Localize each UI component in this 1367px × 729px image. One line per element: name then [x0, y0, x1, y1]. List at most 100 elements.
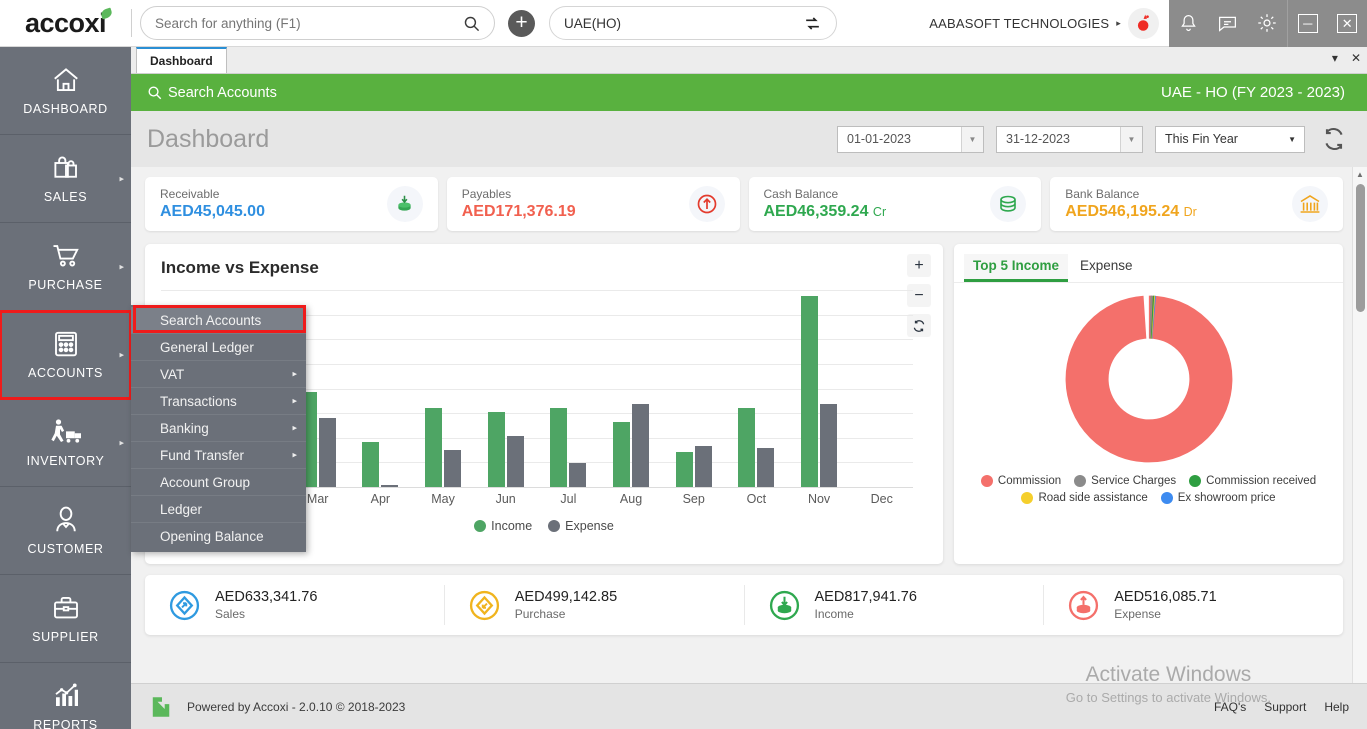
message-icon[interactable] [1217, 13, 1238, 34]
kpi-card-bank-balance[interactable]: Bank Balance AED546,195.24 Dr [1050, 177, 1343, 231]
bar-income-sep[interactable] [676, 452, 693, 487]
bar-expense-mar[interactable] [319, 418, 336, 487]
bar-income-jun[interactable] [488, 412, 505, 487]
donut-legend-item[interactable]: Road side assistance [1021, 492, 1147, 504]
bar-expense-may[interactable] [444, 450, 461, 487]
tab-list-dropdown-icon[interactable]: ▾ [1332, 51, 1338, 65]
bar-expense-sep[interactable] [695, 446, 712, 487]
calculator-icon [51, 329, 81, 359]
chevron-right-icon: ▸ [292, 423, 297, 434]
flyout-item-vat[interactable]: VAT▸ [131, 361, 306, 388]
summary-cell-income[interactable]: AED817,941.76 Income [745, 585, 1045, 625]
add-new-button[interactable]: + [508, 10, 535, 37]
bar-income-nov[interactable] [801, 296, 818, 487]
flyout-item-opening-balance[interactable]: Opening Balance [131, 523, 306, 550]
x-tick-label: May [412, 492, 475, 506]
gear-icon[interactable] [1256, 12, 1278, 34]
chevron-right-icon: ▸ [292, 396, 297, 407]
bar-income-jul[interactable] [550, 408, 567, 487]
sidebar-item-purchase[interactable]: PURCHASE ▸ [0, 223, 131, 311]
donut-legend-item[interactable]: Commission [981, 475, 1061, 487]
reset-icon [912, 319, 926, 333]
refresh-button[interactable] [1317, 126, 1351, 152]
donut-legend-item[interactable]: Service Charges [1074, 475, 1176, 487]
x-tick-label: Nov [788, 492, 851, 506]
flyout-item-banking[interactable]: Banking▸ [131, 415, 306, 442]
sidebar-item-accounts[interactable]: ACCOUNTS ▸ [0, 311, 131, 399]
vertical-scrollbar[interactable]: ▲ ▼ [1352, 167, 1367, 700]
tab-top-5-income[interactable]: Top 5 Income [964, 254, 1068, 282]
legend-item-expense: Expense [548, 519, 614, 533]
donut-legend-item[interactable]: Commission received [1189, 475, 1316, 487]
search-icon [147, 85, 162, 100]
sidebar-item-sales[interactable]: SALES ▸ [0, 135, 131, 223]
close-button[interactable]: ✕ [1337, 14, 1357, 33]
footer-link-faqs[interactable]: FAQ's [1214, 700, 1246, 714]
kpi-value: AED46,359.24 Cr [764, 203, 991, 221]
organization-menu[interactable]: AABASOFT TECHNOLOGIES ▸ [929, 8, 1169, 39]
bar-expense-oct[interactable] [757, 448, 774, 487]
kpi-card-cash-balance[interactable]: Cash Balance AED46,359.24 Cr [749, 177, 1042, 231]
expense-icon [1066, 588, 1101, 623]
kpi-label: Cash Balance [764, 187, 991, 201]
chevron-down-icon[interactable]: ▼ [961, 127, 983, 152]
bar-expense-jul[interactable] [569, 463, 586, 487]
scrollbar-thumb[interactable] [1356, 184, 1365, 312]
tab-dashboard[interactable]: Dashboard [136, 47, 227, 73]
donut-legend-item[interactable]: Ex showroom price [1161, 492, 1276, 504]
sidebar-item-dashboard[interactable]: DASHBOARD [0, 47, 131, 135]
flyout-item-account-group[interactable]: Account Group [131, 469, 306, 496]
tab-close-icon[interactable]: ✕ [1351, 51, 1361, 65]
flyout-item-search-accounts[interactable]: Search Accounts [131, 307, 306, 334]
application-window: accoxi + UAE(HO) AABASOFT TECHNOLOGIES ▸ [0, 0, 1367, 729]
top-icon-group [1169, 0, 1287, 47]
chevron-down-icon[interactable]: ▼ [1120, 127, 1142, 152]
avatar[interactable] [1128, 8, 1159, 39]
bar-expense-apr[interactable] [381, 485, 398, 487]
kpi-card-receivable[interactable]: Receivable AED45,045.00 [145, 177, 438, 231]
flyout-item-fund-transfer[interactable]: Fund Transfer▸ [131, 442, 306, 469]
footer-link-help[interactable]: Help [1324, 700, 1349, 714]
summary-cell-expense[interactable]: AED516,085.71 Expense [1044, 585, 1343, 625]
minimize-button[interactable]: ─ [1298, 14, 1318, 33]
sidebar-item-reports[interactable]: REPORTS [0, 663, 131, 729]
scroll-up-arrow[interactable]: ▲ [1353, 167, 1367, 182]
chart-zoom-in-button[interactable]: + [907, 254, 931, 277]
shopping-bag-icon [50, 153, 82, 183]
sidebar-item-customer[interactable]: CUSTOMER [0, 487, 131, 575]
flyout-item-transactions[interactable]: Transactions▸ [131, 388, 306, 415]
period-select[interactable]: This Fin Year ▼ [1155, 126, 1305, 153]
search-input[interactable] [155, 16, 463, 31]
summary-value: AED516,085.71 [1114, 589, 1216, 605]
global-search[interactable] [140, 6, 495, 40]
bar-expense-jun[interactable] [507, 436, 524, 487]
flyout-item-ledger[interactable]: Ledger [131, 496, 306, 523]
page-title: Dashboard [147, 125, 825, 154]
tab-expense[interactable]: Expense [1071, 254, 1142, 282]
bar-income-apr[interactable] [362, 442, 379, 487]
bar-group [725, 290, 788, 487]
sales-diamond-icon [167, 588, 202, 623]
summary-cell-sales[interactable]: AED633,341.76 Sales [145, 585, 445, 625]
chevron-right-icon: ▸ [292, 450, 297, 461]
bar-expense-nov[interactable] [820, 404, 837, 487]
bar-group [850, 290, 913, 487]
kpi-label: Payables [462, 187, 689, 201]
bell-icon[interactable] [1178, 13, 1199, 34]
to-date-field[interactable]: 31-12-2023 ▼ [996, 126, 1143, 153]
branch-selector[interactable]: UAE(HO) [549, 6, 837, 40]
bar-income-may[interactable] [425, 408, 442, 487]
bar-income-aug[interactable] [613, 422, 630, 487]
flyout-item-general-ledger[interactable]: General Ledger [131, 334, 306, 361]
sidebar-item-inventory[interactable]: INVENTORY ▸ [0, 399, 131, 487]
bar-income-oct[interactable] [738, 408, 755, 487]
bar-expense-aug[interactable] [632, 404, 649, 487]
legend-swatch [1189, 475, 1201, 487]
footer-link-support[interactable]: Support [1264, 700, 1306, 714]
from-date-field[interactable]: 01-01-2023 ▼ [837, 126, 984, 153]
summary-cell-purchase[interactable]: AED499,142.85 Purchase [445, 585, 745, 625]
sidebar-item-supplier[interactable]: SUPPLIER [0, 575, 131, 663]
legend-swatch [981, 475, 993, 487]
kpi-card-payables[interactable]: Payables AED171,376.19 [447, 177, 740, 231]
charts-row: Income vs Expense + − [131, 231, 1367, 564]
